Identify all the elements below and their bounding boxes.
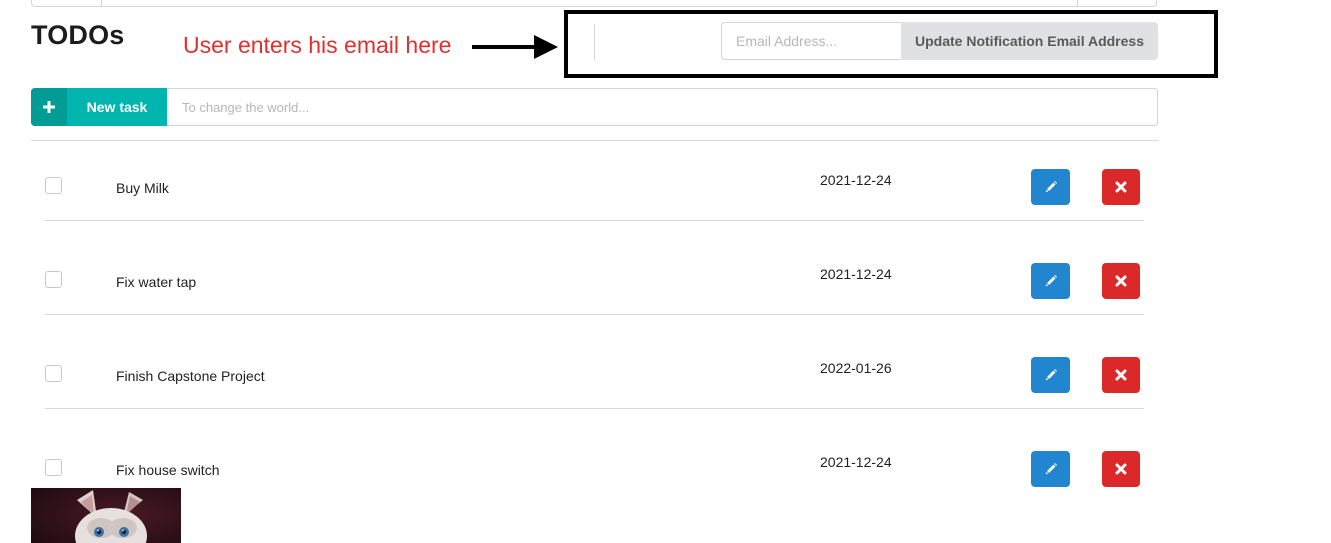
edit-task-button[interactable]	[1031, 169, 1070, 205]
delete-task-button[interactable]	[1102, 357, 1140, 393]
menu-divider	[101, 0, 102, 6]
row-divider	[45, 408, 1144, 409]
task-name: Finish Capstone Project	[116, 368, 265, 384]
annotation-arrow-icon	[472, 35, 558, 59]
delete-task-button[interactable]	[1102, 169, 1140, 205]
close-icon	[1115, 463, 1127, 475]
task-row: Fix house switch 2021-12-24	[0, 423, 1331, 517]
email-field[interactable]	[721, 22, 901, 60]
row-divider	[45, 314, 1144, 315]
task-name: Buy Milk	[116, 180, 169, 196]
annotation-label: User enters his email here	[183, 32, 452, 58]
task-checkbox[interactable]	[45, 365, 62, 382]
edit-task-button[interactable]	[1031, 263, 1070, 299]
close-icon	[1115, 181, 1127, 193]
pencil-icon	[1045, 181, 1057, 193]
task-row: Finish Capstone Project 2022-01-26	[0, 329, 1331, 423]
new-task-input[interactable]	[167, 88, 1158, 126]
delete-task-button[interactable]	[1102, 451, 1140, 487]
page-title: TODOs	[31, 20, 125, 50]
edit-task-button[interactable]	[1031, 357, 1070, 393]
task-due-date: 2021-12-24	[820, 172, 892, 188]
close-icon	[1115, 369, 1127, 381]
new-task-label: New task	[86, 99, 148, 115]
edit-task-button[interactable]	[1031, 451, 1070, 487]
task-name: Fix house switch	[116, 462, 220, 478]
task-row: Fix water tap 2021-12-24	[0, 235, 1331, 329]
task-checkbox[interactable]	[45, 459, 62, 476]
task-checkbox[interactable]	[45, 271, 62, 288]
update-email-button[interactable]: Update Notification Email Address	[901, 22, 1158, 60]
task-checkbox[interactable]	[45, 177, 62, 194]
menu-divider	[1077, 0, 1078, 6]
top-menu-bar	[31, 0, 1157, 7]
new-task-button[interactable]: New task	[31, 88, 167, 126]
todo-page: TODOs User enters his email here Update …	[0, 0, 1331, 543]
pencil-icon	[1045, 463, 1057, 475]
task-due-date: 2021-12-24	[820, 454, 892, 470]
task-due-date: 2021-12-24	[820, 266, 892, 282]
task-due-date: 2022-01-26	[820, 360, 892, 376]
pencil-icon	[1045, 369, 1057, 381]
task-attachment-image	[31, 488, 181, 543]
row-divider	[45, 220, 1144, 221]
divider	[594, 24, 595, 60]
close-icon	[1115, 275, 1127, 287]
task-name: Fix water tap	[116, 274, 197, 290]
delete-task-button[interactable]	[1102, 263, 1140, 299]
plus-icon	[31, 88, 67, 126]
pencil-icon	[1045, 275, 1057, 287]
task-row: Buy Milk 2021-12-24	[0, 141, 1331, 235]
